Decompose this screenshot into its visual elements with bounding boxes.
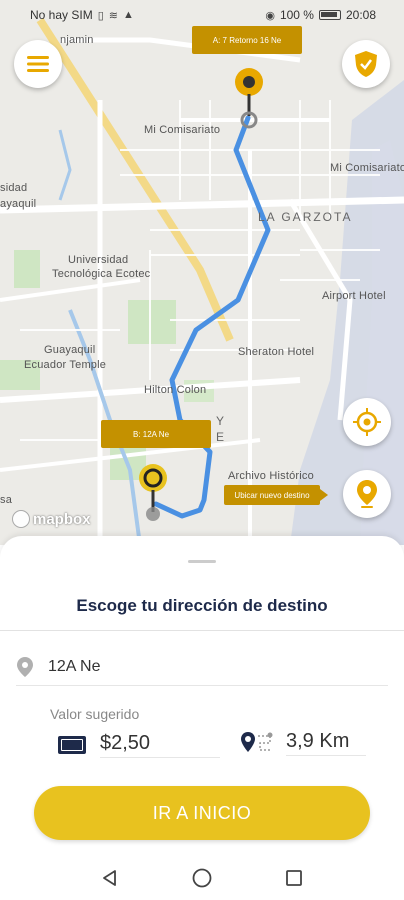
location-icon: ◉ xyxy=(265,9,275,22)
map-label-airport-hotel: Airport Hotel xyxy=(322,290,386,302)
system-nav-bar xyxy=(0,856,404,900)
home-circle-icon xyxy=(192,868,212,888)
status-bar: No hay SIM ▯ ≋ ▲ ◉ 100 % 20:08 xyxy=(0,0,404,30)
suggested-value-label: Valor sugerido xyxy=(50,706,140,722)
destination-text: 12A Ne xyxy=(48,657,101,675)
distance-value: 3,9 Km xyxy=(286,730,366,756)
app-root: No hay SIM ▯ ≋ ▲ ◉ 100 % 20:08 njamin Mi… xyxy=(0,0,404,900)
destination-sheet: Escoge tu dirección de destino 12A Ne Va… xyxy=(0,536,404,900)
price-value: $2,50 xyxy=(100,732,220,758)
notification-icon: ▲ xyxy=(122,9,134,21)
map-label-mi-comisariato-2: Mi Comisariato xyxy=(330,162,404,174)
map-label-sheraton: Sheraton Hotel xyxy=(238,346,315,358)
menu-button[interactable] xyxy=(14,40,62,88)
menu-icon xyxy=(27,56,49,72)
map-label-yaquil: ayaquil xyxy=(0,198,37,210)
map-label-archivo: Archivo Histórico xyxy=(228,470,314,482)
recents-square-icon xyxy=(286,870,302,886)
map-label-jamin: njamin xyxy=(60,34,94,46)
price-field[interactable]: $2,50 xyxy=(58,732,220,758)
map-label-sidad: sidad xyxy=(0,182,28,194)
divider xyxy=(0,630,404,631)
map-pin-icon xyxy=(357,480,377,508)
back-triangle-icon xyxy=(103,870,116,886)
security-button[interactable] xyxy=(342,40,390,88)
status-right: ◉ 100 % 20:08 xyxy=(265,8,376,22)
map-view[interactable]: njamin Mi Comisariato Mi Comisariato sid… xyxy=(0,0,404,545)
battery-icon xyxy=(318,10,341,20)
destination-pin-icon[interactable] xyxy=(136,462,170,526)
sheet-title: Escoge tu dirección de destino xyxy=(76,596,328,615)
carrier-text: No hay SIM xyxy=(30,8,93,22)
status-left: No hay SIM ▯ ≋ ▲ xyxy=(30,8,134,22)
nav-recents-button[interactable] xyxy=(282,866,306,890)
map-label-e: E xyxy=(216,430,227,444)
map-label-tecnologica: Tecnológica Ecotec xyxy=(52,268,151,280)
map-label-hilton: Hilton Colon xyxy=(144,384,207,396)
new-destination-button[interactable] xyxy=(343,470,391,518)
location-pin-icon xyxy=(17,656,33,677)
origin-pin-icon[interactable] xyxy=(232,66,266,130)
destination-callout: B: 12A Ne xyxy=(101,420,211,448)
destination-field[interactable]: 12A Ne xyxy=(16,648,388,686)
my-location-button[interactable] xyxy=(343,398,391,446)
map-label-temple-1: Guayaquil xyxy=(44,344,96,356)
sim-icon: ▯ xyxy=(97,9,104,22)
nav-home-button[interactable] xyxy=(190,866,214,890)
map-label-sa: sa xyxy=(0,494,13,506)
mapbox-text: mapbox xyxy=(33,510,91,528)
cash-icon xyxy=(58,736,86,754)
clock: 20:08 xyxy=(345,8,376,22)
map-label-y: Y xyxy=(216,414,227,428)
go-to-start-button[interactable]: IR A INICIO xyxy=(34,786,370,840)
map-label-la-garzota: LA GARZOTA xyxy=(258,210,353,224)
sheet-drag-handle[interactable] xyxy=(188,560,216,563)
shield-icon xyxy=(355,51,377,77)
map-label-temple-2: Ecuador Temple xyxy=(24,359,107,371)
map-label-universidad: Universidad xyxy=(68,254,129,266)
battery-percent: 100 % xyxy=(279,8,314,22)
new-destination-callout[interactable]: Ubicar nuevo destino xyxy=(224,485,328,505)
distance-field: 3,9 Km xyxy=(240,730,366,756)
nav-back-button[interactable] xyxy=(98,866,122,890)
crosshair-icon xyxy=(353,408,381,436)
mapbox-logo-icon xyxy=(12,510,30,528)
wifi-icon: ≋ xyxy=(108,9,118,22)
origin-callout: A: 7 Retorno 16 Ne xyxy=(192,26,302,54)
map-label-mi-comisariato: Mi Comisariato xyxy=(144,124,221,136)
route-distance-icon xyxy=(241,732,273,752)
mapbox-attribution[interactable]: mapbox xyxy=(12,510,91,528)
